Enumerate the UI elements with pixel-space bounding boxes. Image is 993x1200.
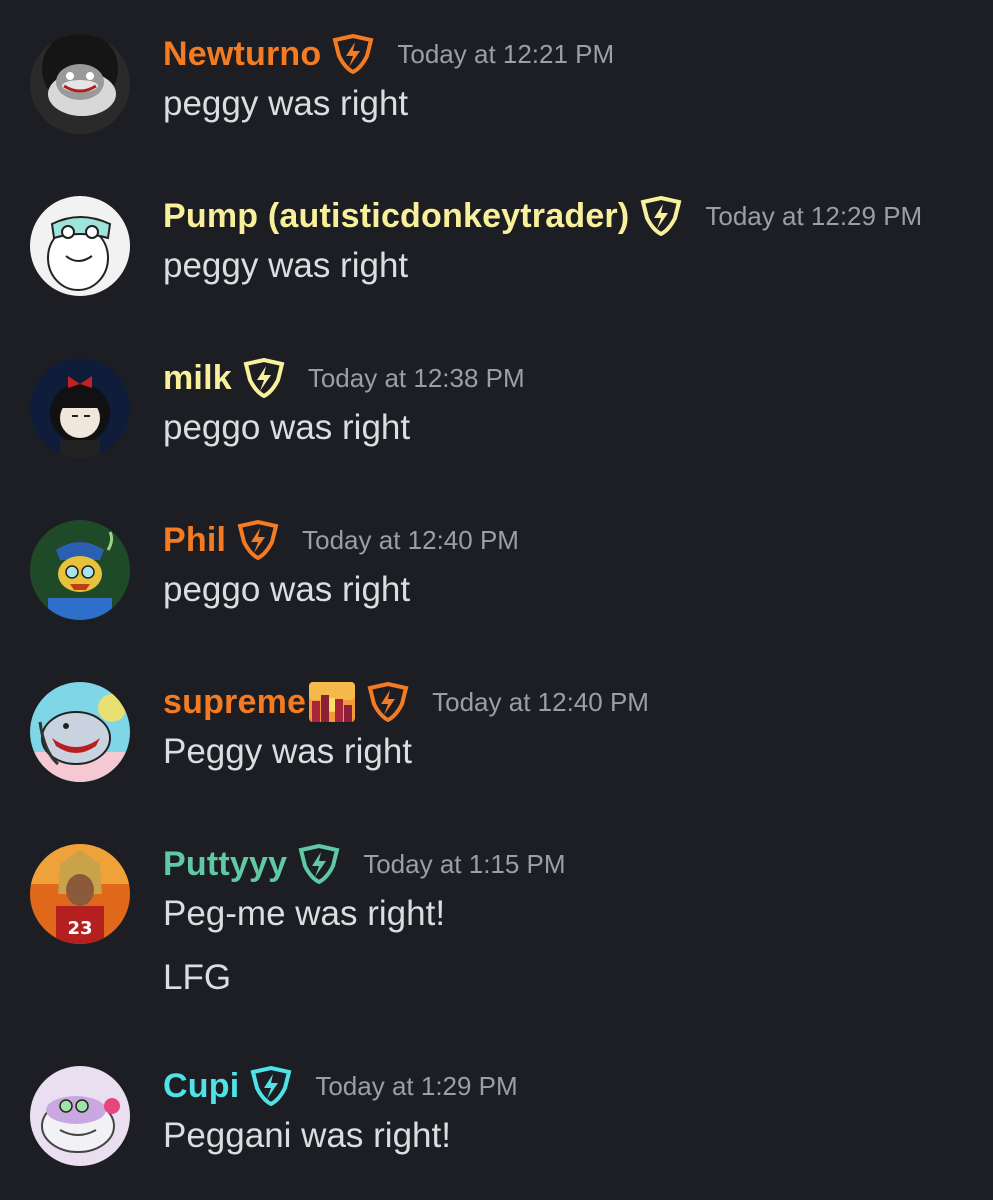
username[interactable]: Cupi [163, 1067, 239, 1106]
chat-message: milk Today at 12:38 PM peggo was right [0, 356, 993, 466]
avatar-image [30, 358, 130, 458]
timestamp: Today at 12:40 PM [432, 686, 649, 717]
username[interactable]: Puttyyy [163, 845, 287, 884]
message-text: peggy was right [163, 246, 409, 285]
message-text: peggy was right [163, 84, 409, 123]
message-text: Peggani was right! [163, 1116, 451, 1155]
chat-message-list: Newturno Today at 12:21 PM peggy was rig… [0, 0, 993, 1200]
svg-text:23: 23 [67, 918, 92, 939]
avatar[interactable] [30, 34, 130, 134]
message-text: peggo was right [163, 408, 411, 447]
chat-message: Pump (autisticdonkeytrader) Today at 12:… [0, 194, 993, 304]
shield-lightning-icon[interactable] [236, 520, 280, 560]
username[interactable]: supreme [163, 683, 306, 722]
avatar-image [30, 34, 130, 134]
shield-lightning-icon[interactable] [242, 358, 286, 398]
message-text: LFG [163, 958, 232, 997]
avatar[interactable] [30, 196, 130, 296]
shield-lightning-icon[interactable] [249, 1066, 293, 1106]
avatar[interactable] [30, 1066, 130, 1166]
message-text: Peggy was right [163, 732, 413, 771]
message-text: Peg-me was right! [163, 894, 446, 933]
chat-message: Newturno Today at 12:21 PM peggy was rig… [0, 32, 993, 142]
avatar[interactable] [30, 520, 130, 620]
avatar[interactable] [30, 682, 130, 782]
timestamp: Today at 12:38 PM [307, 362, 525, 393]
username[interactable]: milk [163, 359, 232, 398]
avatar-image [30, 1066, 130, 1166]
avatar-image: 23 [30, 844, 130, 944]
sunset-city-emoji [308, 681, 356, 723]
timestamp: Today at 12:21 PM [397, 38, 615, 69]
shield-lightning-icon[interactable] [639, 196, 683, 236]
timestamp: Today at 12:40 PM [302, 524, 519, 555]
avatar-image [30, 196, 130, 296]
username[interactable]: Newturno [163, 35, 321, 74]
username[interactable]: Phil [163, 521, 226, 560]
username[interactable]: Pump (autisticdonkeytrader) [163, 197, 629, 236]
avatar[interactable] [30, 358, 130, 458]
avatar-image [30, 520, 130, 620]
chat-message: Cupi Today at 1:29 PM Peggani was right! [0, 1064, 993, 1174]
timestamp: Today at 1:29 PM [315, 1070, 518, 1101]
chat-message: supreme Today at 12:40 PM Peggy was righ… [0, 680, 993, 790]
chat-message: 23 Puttyyy Today at 1:15 PM Peg-me was r… [0, 842, 993, 1012]
avatar[interactable]: 23 [30, 844, 130, 944]
chat-message: Phil Today at 12:40 PM peggo was right [0, 518, 993, 628]
shield-lightning-icon[interactable] [297, 844, 341, 884]
timestamp: Today at 12:29 PM [705, 200, 923, 231]
message-text: peggo was right [163, 570, 411, 609]
timestamp: Today at 1:15 PM [363, 848, 566, 879]
shield-lightning-icon[interactable] [331, 34, 375, 74]
avatar-image [30, 682, 130, 782]
shield-lightning-icon[interactable] [366, 682, 410, 722]
